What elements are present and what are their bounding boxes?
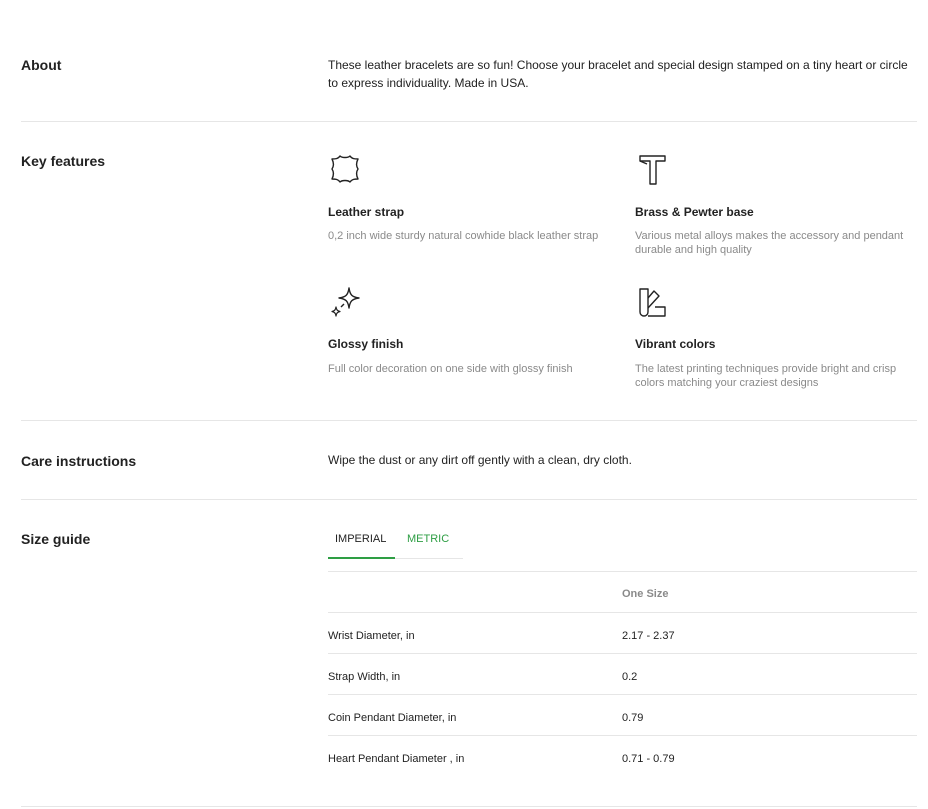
feature-description: The latest printing techniques provide b…	[635, 363, 897, 389]
size-guide-title: Size guide	[21, 531, 91, 547]
feature-vibrant-colors: Vibrant colors The latest printing techn…	[635, 285, 910, 389]
table-row: Coin Pendant Diameter, in 0.79	[328, 695, 917, 736]
size-table: One Size Wrist Diameter, in 2.17 - 2.37 …	[328, 571, 917, 777]
feature-name: Vibrant colors	[635, 337, 716, 351]
size-guide-section: Size guide IMPERIAL METRIC One Size Wris…	[21, 500, 917, 807]
key-features-section: Key features Leather strap 0,2 inch wide…	[21, 122, 917, 421]
row-label: Coin Pendant Diameter, in	[328, 712, 457, 724]
sparkle-icon	[331, 287, 360, 317]
hammer-icon	[639, 155, 666, 185]
row-value: 0.71 - 0.79	[622, 753, 675, 765]
leather-hide-icon	[331, 155, 359, 183]
feature-leather-strap: Leather strap 0,2 inch wide sturdy natur…	[328, 152, 603, 242]
care-instructions-text: Wipe the dust or any dirt off gently wit…	[328, 453, 632, 467]
about-section: About These leather bracelets are so fun…	[21, 0, 917, 122]
row-value: 0.79	[622, 712, 644, 724]
row-value: 0.2	[622, 671, 638, 683]
table-row: Wrist Diameter, in 2.17 - 2.37	[328, 613, 917, 654]
feature-glossy-finish: Glossy finish Full color decoration on o…	[328, 285, 603, 375]
about-title: About	[21, 57, 62, 73]
feature-name: Brass & Pewter base	[635, 205, 754, 219]
feature-description: 0,2 inch wide sturdy natural cowhide bla…	[328, 230, 599, 242]
row-value: 2.17 - 2.37	[622, 630, 675, 642]
feature-brass-pewter-base: Brass & Pewter base Various metal alloys…	[635, 152, 910, 256]
feature-name: Leather strap	[328, 205, 405, 219]
table-header-row: One Size	[328, 572, 917, 613]
row-label: Heart Pendant Diameter , in	[328, 753, 465, 765]
key-features-title: Key features	[21, 153, 106, 169]
unit-tabs: IMPERIAL METRIC	[328, 526, 463, 559]
about-text: These leather bracelets are so fun! Choo…	[328, 58, 908, 90]
feature-description: Various metal alloys makes the accessory…	[635, 230, 904, 256]
feature-description: Full color decoration on one side with g…	[328, 363, 573, 375]
row-label: Wrist Diameter, in	[328, 630, 415, 642]
color-swatch-icon	[639, 288, 666, 317]
row-label: Strap Width, in	[328, 671, 401, 683]
tab-metric[interactable]: METRIC	[407, 533, 449, 545]
tab-imperial[interactable]: IMPERIAL	[328, 533, 395, 559]
table-header-one-size: One Size	[622, 588, 669, 600]
care-instructions-title: Care instructions	[21, 453, 137, 469]
table-row: Heart Pendant Diameter , in 0.71 - 0.79	[328, 736, 917, 777]
care-instructions-section: Care instructions Wipe the dust or any d…	[21, 421, 917, 500]
table-row: Strap Width, in 0.2	[328, 654, 917, 695]
feature-name: Glossy finish	[328, 337, 404, 351]
